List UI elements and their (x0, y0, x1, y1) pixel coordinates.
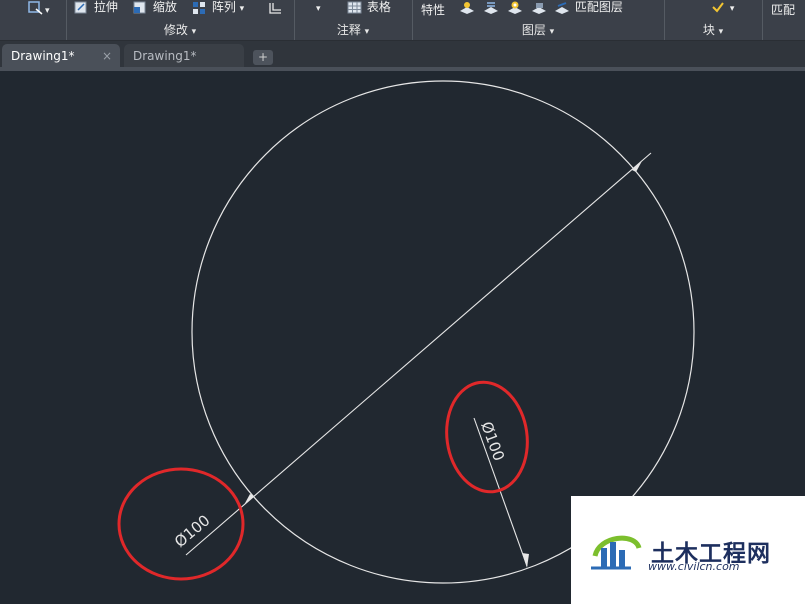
close-tab-icon[interactable]: × (102, 44, 112, 68)
match-properties-button[interactable]: 匹配 (771, 3, 795, 17)
block-editor-icon (712, 1, 724, 13)
select-tool-icon[interactable] (27, 0, 43, 15)
annotation-group-label[interactable]: 注释 ▾ (294, 22, 412, 39)
properties-button[interactable]: 特性 (421, 3, 445, 17)
stretch-button[interactable]: 拉伸 (74, 0, 118, 15)
civilcn-logo-icon (591, 535, 642, 570)
watermark-logo: 土木工程网 www.civilcn.com (571, 496, 805, 604)
table-label: 表格 (366, 0, 391, 14)
layer-on-icon[interactable] (458, 0, 476, 15)
tab-label: Drawing1* (11, 49, 75, 63)
tab-drawing1[interactable]: Drawing1* (124, 44, 244, 68)
ribbon: ▾ 拉伸 缩放 阵列 ▾ 修改 ▾ ▾ 表格 注释 ▾ 特性 匹配图层 图层 ▾… (0, 0, 805, 41)
scale-button[interactable]: 缩放 (133, 0, 177, 15)
watermark-url: www.civilcn.com (648, 560, 740, 573)
select-dropdown-caret[interactable]: ▾ (45, 2, 50, 18)
array-button[interactable]: 阵列 ▾ (192, 0, 244, 16)
offset-icon (269, 2, 281, 14)
scale-label: 缩放 (152, 0, 177, 14)
dimension-arrowhead (244, 494, 254, 505)
block-editor-button[interactable]: ▾ (710, 0, 734, 16)
block-group-label[interactable]: 块 ▾ (664, 22, 762, 39)
highlight-ellipse-left (117, 467, 245, 581)
array-label: 阵列 (211, 0, 236, 14)
layer-lock-icon[interactable] (530, 0, 548, 15)
plus-icon: + (257, 50, 269, 64)
match-layer-button[interactable]: 匹配图层 (553, 0, 623, 15)
dimension-arrowhead (632, 161, 642, 172)
scale-icon (133, 1, 146, 13)
dimension-arrowhead (522, 553, 529, 568)
array-dropdown-caret[interactable]: ▾ (240, 4, 245, 14)
layer-isolate-icon[interactable] (506, 0, 524, 15)
stretch-label: 拉伸 (93, 0, 118, 14)
table-icon (347, 1, 362, 13)
match-layer-icon (555, 1, 569, 14)
file-tab-bar: Drawing1* × Drawing1* + (0, 41, 805, 68)
diameter-dimension-text-left[interactable]: Ø100 (171, 511, 214, 551)
layer-freeze-icon[interactable] (482, 0, 500, 15)
diameter-dimension-line[interactable] (185, 152, 652, 556)
match-properties-label: 匹配 (771, 3, 796, 17)
match-layer-label: 匹配图层 (574, 0, 623, 14)
modify-group-label[interactable]: 修改 ▾ (66, 22, 294, 39)
offset-button[interactable] (267, 0, 283, 15)
tab-label: Drawing1* (133, 49, 197, 63)
new-tab-button[interactable]: + (253, 50, 273, 65)
layers-group-label[interactable]: 图层 ▾ (412, 22, 664, 39)
text-dropdown-caret[interactable]: ▾ (316, 0, 321, 16)
table-button[interactable]: 表格 (347, 0, 391, 15)
tab-drawing1-active[interactable]: Drawing1* × (2, 44, 120, 68)
properties-label: 特性 (421, 3, 446, 17)
ribbon-separator (762, 0, 763, 40)
stretch-icon (74, 1, 87, 13)
array-icon (193, 1, 205, 14)
